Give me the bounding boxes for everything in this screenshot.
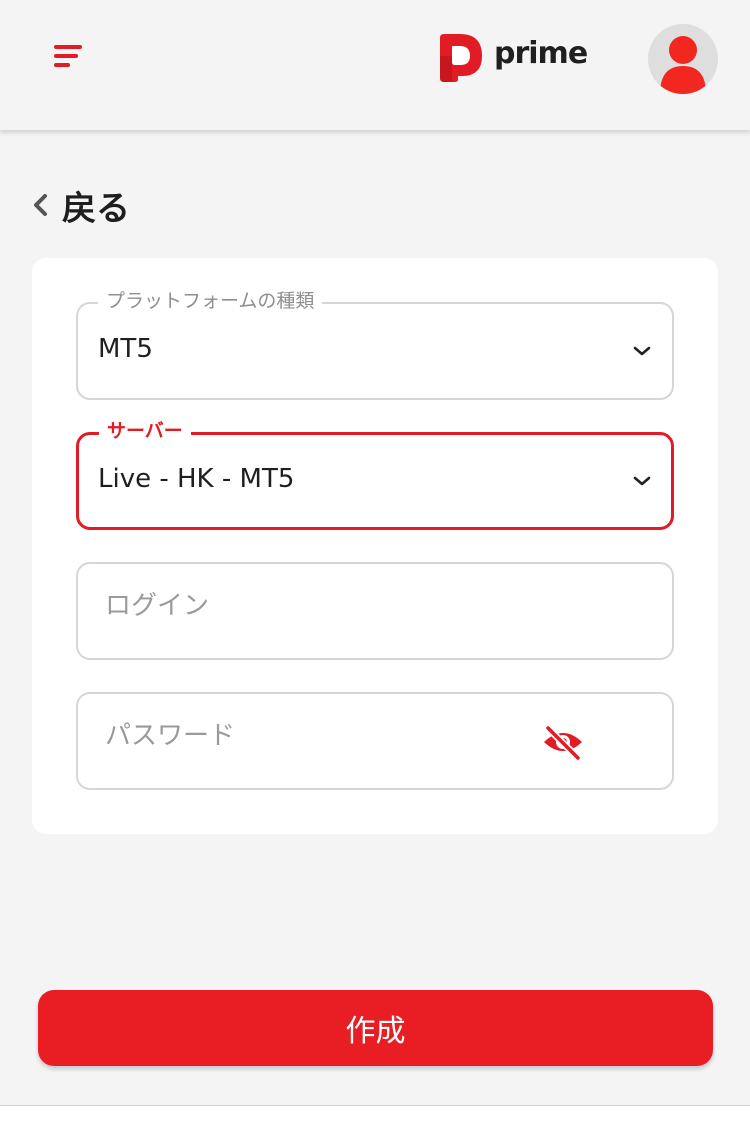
app-header: prime (0, 0, 750, 130)
chevron-down-icon (633, 476, 651, 486)
hamburger-menu-icon[interactable] (50, 42, 86, 74)
password-field-wrapper (76, 692, 674, 790)
back-link[interactable]: 戻る (30, 180, 130, 230)
server-label: サーバー (99, 417, 191, 445)
platform-type-label: プラットフォームの種類 (98, 287, 323, 315)
eye-slash-icon[interactable] (540, 722, 586, 762)
login-field[interactable] (78, 564, 672, 658)
brand-name: prime (494, 36, 588, 71)
prime-logo: prime (436, 32, 596, 84)
platform-type-select[interactable]: プラットフォームの種類 MT5 (76, 287, 674, 400)
platform-type-value: MT5 (98, 334, 153, 364)
chevron-down-icon (633, 346, 651, 356)
user-avatar-icon[interactable] (648, 24, 718, 94)
create-button[interactable]: 作成 (38, 990, 713, 1066)
server-select[interactable]: サーバー Live - HK - MT5 (76, 417, 674, 530)
chevron-left-icon (34, 194, 47, 216)
account-form-card: プラットフォームの種類 MT5 サーバー Live - HK - MT5 (32, 258, 718, 834)
server-value: Live - HK - MT5 (98, 464, 295, 494)
prime-logo-mark-icon (440, 34, 482, 82)
bottom-bar (0, 1106, 750, 1122)
back-label: 戻る (62, 188, 130, 229)
login-field-wrapper (76, 562, 674, 660)
